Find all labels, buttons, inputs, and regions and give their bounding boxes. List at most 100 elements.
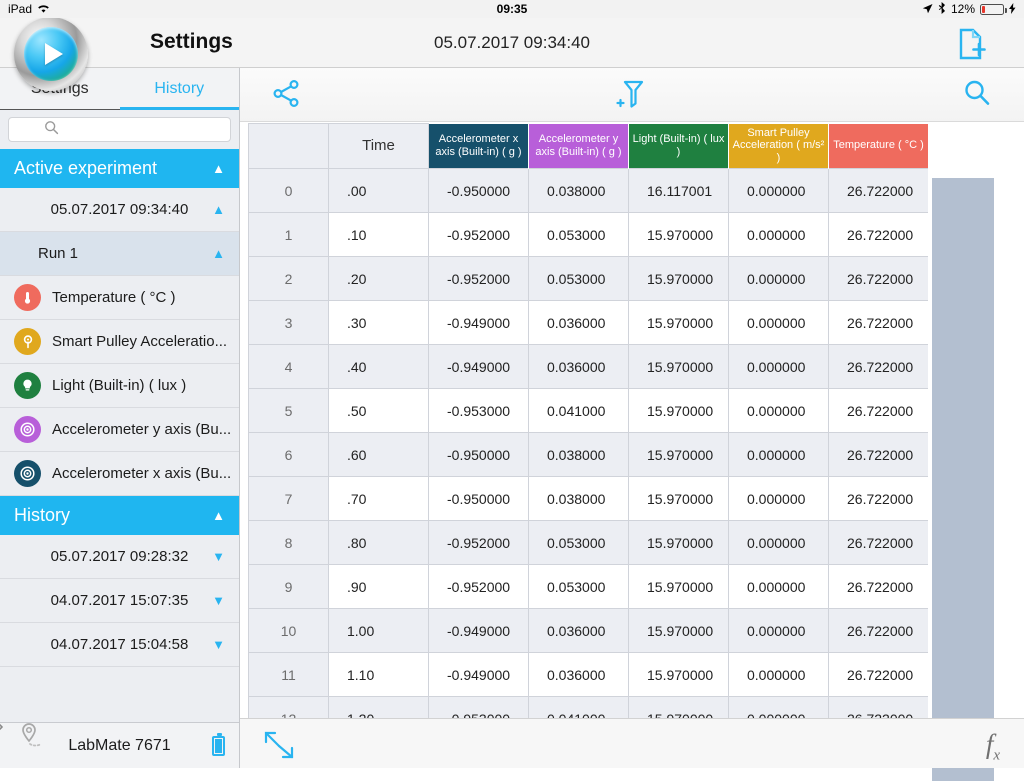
table-cell[interactable]: 0.036000 <box>528 608 629 653</box>
table-row[interactable]: 7.70 -0.950000 0.038000 15.970000 0.000000 26… <box>248 476 928 521</box>
table-cell[interactable]: 0.000000 <box>728 564 829 609</box>
table-cell-index[interactable]: 5 <box>248 388 329 433</box>
table-cell-index[interactable]: 1 <box>248 212 329 257</box>
table-cell[interactable]: 15.970000 <box>628 652 729 697</box>
history-item-1[interactable]: 05.07.2017 09:28:32 ▼ <box>0 535 239 579</box>
table-cell[interactable]: 0.000000 <box>728 168 829 213</box>
table-cell[interactable]: -0.949000 <box>428 652 529 697</box>
history-item-3[interactable]: 04.07.2017 15:04:58 ▼ <box>0 623 239 667</box>
table-row[interactable]: 4.40 -0.949000 0.036000 15.970000 0.000000 26… <box>248 344 928 389</box>
table-cell[interactable]: 0.041000 <box>528 388 629 433</box>
table-cell[interactable]: -0.952000 <box>428 256 529 301</box>
map-pin-icon[interactable] <box>16 719 48 751</box>
sidebar-item-temperature[interactable]: Temperature ( °C ) <box>0 276 239 320</box>
table-cell[interactable]: 15.970000 <box>628 520 729 565</box>
table-cell[interactable]: .70 <box>328 476 429 521</box>
table-cell[interactable]: 15.970000 <box>628 212 729 257</box>
table-cell-index[interactable]: 10 <box>248 608 329 653</box>
table-cell[interactable]: 0.000000 <box>728 608 829 653</box>
table-row[interactable]: 0.00 -0.950000 0.038000 16.117001 0.000000 26… <box>248 168 928 213</box>
table-cell-index[interactable]: 8 <box>248 520 329 565</box>
table-cell[interactable]: 15.970000 <box>628 300 729 345</box>
section-header-history[interactable]: History ▲ <box>0 496 239 535</box>
table-cell-index[interactable]: 11 <box>248 652 329 697</box>
table-cell[interactable]: -0.950000 <box>428 432 529 477</box>
table-cell[interactable]: 0.000000 <box>728 476 829 521</box>
history-item-2[interactable]: 04.07.2017 15:07:35 ▼ <box>0 579 239 623</box>
table-row[interactable]: 8.80 -0.952000 0.053000 15.970000 0.000000 26… <box>248 520 928 565</box>
table-cell[interactable]: -0.950000 <box>428 168 529 213</box>
table-cell-index[interactable]: 3 <box>248 300 329 345</box>
filter-plus-icon[interactable] <box>614 76 650 119</box>
table-cell[interactable]: -0.952000 <box>428 212 529 257</box>
table-cell[interactable]: 0.000000 <box>728 520 829 565</box>
table-cell[interactable]: -0.949000 <box>428 608 529 653</box>
table-row[interactable]: 11 1.10 -0.949000 0.036000 15.970000 0.000000… <box>248 652 928 697</box>
table-cell-index[interactable]: 2 <box>248 256 329 301</box>
column-header-light[interactable]: Light (Built-in) ( lux ) <box>628 123 729 169</box>
play-button-logo[interactable] <box>14 17 88 91</box>
search-input[interactable] <box>8 117 231 142</box>
table-cell[interactable]: 0.000000 <box>728 212 829 257</box>
column-header-temperature[interactable]: Temperature ( °C ) <box>828 123 928 169</box>
table-cell[interactable]: 26.722000 <box>828 300 928 345</box>
table-row[interactable]: 1.10 -0.952000 0.053000 15.970000 0.000000 26… <box>248 212 928 257</box>
table-cell[interactable]: -0.952000 <box>428 520 529 565</box>
table-cell[interactable]: 15.970000 <box>628 564 729 609</box>
table-cell[interactable]: 0.053000 <box>528 520 629 565</box>
table-cell[interactable]: 26.722000 <box>828 476 928 521</box>
table-cell[interactable]: 26.722000 <box>828 520 928 565</box>
column-header-index[interactable] <box>248 123 329 169</box>
table-cell[interactable]: 0.000000 <box>728 344 829 389</box>
table-cell[interactable]: 15.970000 <box>628 256 729 301</box>
table-cell[interactable]: .60 <box>328 432 429 477</box>
table-cell[interactable]: .00 <box>328 168 429 213</box>
share-icon[interactable] <box>272 79 302 113</box>
active-experiment-entry[interactable]: 05.07.2017 09:34:40 ▲ <box>0 188 239 232</box>
table-cell-index[interactable]: 0 <box>248 168 329 213</box>
table-cell[interactable]: 0.053000 <box>528 256 629 301</box>
sidebar-item-accelerometer-y[interactable]: Accelerometer y axis (Bu... <box>0 408 239 452</box>
table-cell[interactable]: 0.000000 <box>728 300 829 345</box>
table-cell[interactable]: 15.970000 <box>628 608 729 653</box>
table-cell[interactable]: 0.038000 <box>528 476 629 521</box>
table-cell[interactable]: 15.970000 <box>628 476 729 521</box>
table-cell[interactable]: 26.722000 <box>828 608 928 653</box>
chevron-up-icon[interactable]: ▲ <box>212 202 225 217</box>
table-cell[interactable]: .50 <box>328 388 429 433</box>
new-document-plus-icon[interactable] <box>952 26 992 62</box>
table-cell[interactable]: 0.036000 <box>528 300 629 345</box>
search-input-field[interactable] <box>62 122 196 137</box>
sidebar-tab-history[interactable]: History <box>119 68 240 110</box>
table-row[interactable]: 5.50 -0.953000 0.041000 15.970000 0.000000 26… <box>248 388 928 433</box>
table-cell[interactable]: -0.950000 <box>428 476 529 521</box>
section-header-active-experiment[interactable]: Active experiment ▲ <box>0 149 239 188</box>
table-row[interactable]: 6.60 -0.950000 0.038000 15.970000 0.000000 26… <box>248 432 928 477</box>
table-cell[interactable]: -0.952000 <box>428 564 529 609</box>
table-cell[interactable]: 1.00 <box>328 608 429 653</box>
chevron-down-icon[interactable]: ▼ <box>212 593 225 608</box>
table-cell[interactable]: -0.949000 <box>428 344 529 389</box>
table-cell-index[interactable]: 4 <box>248 344 329 389</box>
sidebar-item-accelerometer-x[interactable]: Accelerometer x axis (Bu... <box>0 452 239 496</box>
table-cell[interactable]: 16.117001 <box>628 168 729 213</box>
table-cell[interactable]: 0.053000 <box>528 212 629 257</box>
table-cell[interactable]: 15.970000 <box>628 344 729 389</box>
chevron-down-icon[interactable]: ▼ <box>212 549 225 564</box>
table-cell[interactable]: .20 <box>328 256 429 301</box>
table-cell[interactable]: 26.722000 <box>828 344 928 389</box>
column-header-accelerometer-x[interactable]: Accelerometer x axis (Built-in) ( g ) <box>428 123 529 169</box>
table-cell[interactable]: 26.722000 <box>828 168 928 213</box>
table-cell[interactable]: 0.000000 <box>728 388 829 433</box>
table-cell[interactable]: 0.038000 <box>528 432 629 477</box>
table-row[interactable]: 3.30 -0.949000 0.036000 15.970000 0.000000 26… <box>248 300 928 345</box>
table-cell[interactable]: .30 <box>328 300 429 345</box>
table-cell[interactable]: 0.036000 <box>528 652 629 697</box>
chevron-down-icon[interactable]: ▼ <box>212 637 225 652</box>
table-cell[interactable]: 26.722000 <box>828 432 928 477</box>
table-cell[interactable]: .40 <box>328 344 429 389</box>
table-row[interactable]: 10 1.00 -0.949000 0.036000 15.970000 0.000000… <box>248 608 928 653</box>
table-row[interactable]: 2.20 -0.952000 0.053000 15.970000 0.000000 26… <box>248 256 928 301</box>
table-cell[interactable]: 0.000000 <box>728 432 829 477</box>
table-cell[interactable]: 26.722000 <box>828 212 928 257</box>
